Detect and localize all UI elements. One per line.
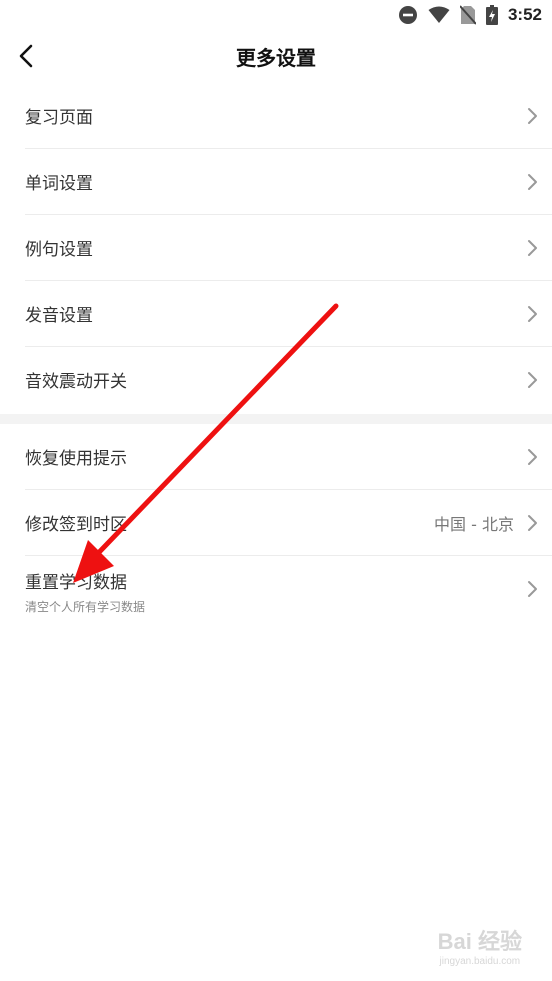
section-divider (0, 414, 552, 424)
settings-item-sound-vibration-toggle[interactable]: 音效震动开关 (25, 347, 552, 413)
settings-item-label: 音效震动开关 (25, 372, 127, 392)
settings-item-review-page[interactable]: 复习页面 (25, 83, 552, 149)
chevron-right-icon (528, 581, 537, 597)
chevron-right-icon (528, 240, 537, 256)
page-title: 更多设置 (236, 46, 316, 70)
chevron-right-icon (528, 449, 537, 465)
settings-group-secondary: 恢复使用提示 修改签到时区 中国 - 北京 重置学习数据 清空个人所有学习数据 (0, 424, 552, 622)
chevron-right-icon (528, 174, 537, 190)
chevron-right-icon (528, 108, 537, 124)
battery-charging-icon (485, 5, 498, 25)
watermark-main: Bai 经验 (437, 929, 522, 954)
settings-item-sublabel: 清空个人所有学习数据 (25, 600, 146, 614)
settings-item-label: 恢复使用提示 (25, 449, 127, 469)
settings-item-label: 例句设置 (25, 240, 93, 260)
wifi-icon (428, 6, 450, 23)
settings-item-pronunciation-settings[interactable]: 发音设置 (25, 281, 552, 347)
status-icons: 3:52 (398, 4, 542, 26)
settings-item-label: 单词设置 (25, 174, 93, 194)
settings-item-example-sentence-settings[interactable]: 例句设置 (25, 215, 552, 281)
chevron-right-icon (528, 515, 537, 531)
settings-item-label: 修改签到时区 (25, 515, 127, 535)
settings-item-label: 发音设置 (25, 306, 93, 326)
status-bar: 3:52 (0, 0, 552, 30)
status-time: 3:52 (507, 5, 542, 24)
settings-item-restore-tips[interactable]: 恢复使用提示 (25, 424, 552, 490)
title-bar: 更多设置 (0, 30, 552, 82)
settings-item-label: 复习页面 (25, 108, 93, 128)
no-sim-icon (459, 5, 476, 25)
chevron-right-icon (528, 372, 537, 388)
chevron-right-icon (528, 306, 537, 322)
settings-item-checkin-timezone[interactable]: 修改签到时区 中国 - 北京 (25, 490, 552, 556)
watermark: Bai 经验 jingyan.baidu.com (438, 924, 522, 967)
watermark-sub: jingyan.baidu.com (439, 956, 521, 967)
settings-group-primary: 复习页面 单词设置 例句设置 发音设置 音效震动开关 (0, 83, 552, 413)
timezone-value: 中国 - 北京 (434, 515, 514, 534)
do-not-disturb-icon (398, 6, 417, 24)
settings-item-label: 重置学习数据 (25, 573, 127, 593)
settings-item-reset-learning-data[interactable]: 重置学习数据 清空个人所有学习数据 (25, 556, 552, 622)
settings-item-word-settings[interactable]: 单词设置 (25, 149, 552, 215)
